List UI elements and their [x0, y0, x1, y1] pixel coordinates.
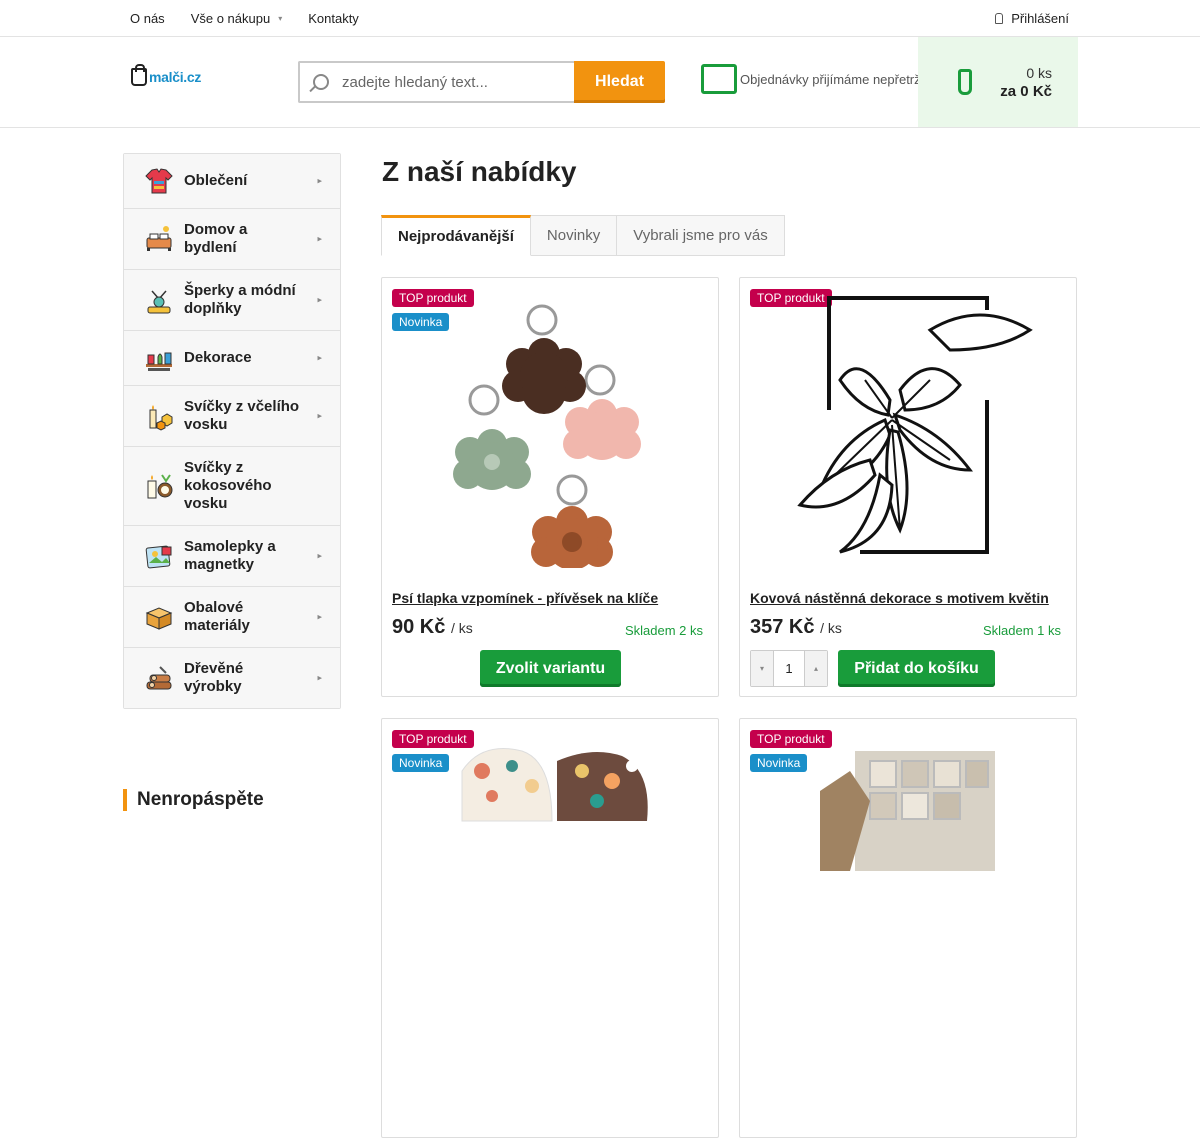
candle-icon [144, 401, 174, 431]
aside-heading: Nenropáspěte [123, 789, 264, 811]
price-unit: / ks [820, 620, 842, 636]
sidebar-item-decoration[interactable]: Dekorace ▸ [124, 331, 340, 386]
stock-status: Skladem 2 ks [624, 623, 703, 638]
product-card[interactable]: TOP produkt Novinka [381, 718, 719, 1138]
sidebar-item-packaging[interactable]: Obalové materiály ▸ [124, 587, 340, 648]
quantity-stepper: ▾ 1 ▴ [750, 650, 828, 687]
logo-text: malči.cz [149, 69, 202, 85]
chevron-right-icon: ▸ [317, 410, 322, 421]
decoration-icon [144, 343, 174, 373]
sidebar-item-jewelry[interactable]: Šperky a módní doplňky ▸ [124, 270, 340, 331]
sidebar-item-wood[interactable]: Dřevěné výrobky ▸ [124, 648, 340, 708]
sidebar-item-home[interactable]: Domov a bydlení ▸ [124, 209, 340, 270]
orders-note-text: Objednávky přijímáme nepřetržitě [740, 71, 918, 87]
orders-note: Objednávky přijímáme nepřetržitě [698, 64, 918, 94]
sidebar-item-label: Oblečení [184, 172, 248, 189]
jewelry-icon [144, 285, 174, 315]
stock-status: Skladem 1 ks [982, 623, 1061, 638]
page-title: Z naší nabídky [382, 156, 577, 187]
search-box [298, 61, 574, 103]
product-name-link[interactable]: Kovová nástěnná dekorace s motivem květi… [750, 590, 1049, 606]
product-image[interactable] [780, 731, 1038, 1009]
chevron-right-icon: ▸ [317, 550, 322, 561]
login-label: Přihlášení [1011, 10, 1069, 26]
chevron-right-icon: ▸ [317, 352, 322, 363]
sidebar-item-clothing[interactable]: Oblečení ▸ [124, 154, 340, 209]
sidebar-item-label: Dekorace [184, 349, 252, 366]
product-price: 357 Kč / ks [750, 616, 842, 639]
shopping-bag-icon [131, 64, 147, 86]
quantity-input[interactable]: 1 [773, 651, 805, 686]
product-name-link[interactable]: Psí tlapka vzpomínek - přívěsek na klíče [392, 590, 658, 606]
chevron-down-icon: ▾ [278, 13, 283, 23]
top-nav: O nás Vše o nákupu ▾ Kontakty [122, 0, 377, 36]
nav-shopping-label: Vše o nákupu [190, 10, 271, 26]
top-bar: O nás Vše o nákupu ▾ Kontakty Přihlášení [0, 0, 1200, 37]
product-card[interactable]: TOP produkt Kovová nástěnná dekorace s m… [739, 277, 1077, 697]
chat-bubble-icon [701, 64, 737, 94]
tab-new[interactable]: Novinky [530, 215, 618, 256]
product-image[interactable] [422, 290, 680, 568]
category-menu: Oblečení ▸ Domov a bydlení ▸ Šperky a mó… [123, 153, 341, 709]
product-card[interactable]: TOP produkt Novinka [739, 718, 1077, 1138]
header: malči.cz Hledat Objednávky přijímáme nep… [0, 37, 1200, 128]
chevron-right-icon: ▸ [317, 611, 322, 622]
nav-about[interactable]: O nás [122, 11, 173, 26]
packaging-icon [144, 602, 174, 632]
product-card[interactable]: TOP produkt Novinka [381, 277, 719, 697]
cart-icon [958, 69, 972, 95]
coconut-candle-icon [144, 471, 174, 501]
chevron-right-icon: ▸ [317, 294, 322, 305]
sidebar-item-label: Svíčky z včelího vosku [184, 398, 300, 433]
logo[interactable]: malči.cz [131, 64, 202, 86]
increase-button[interactable]: ▴ [805, 651, 827, 686]
cart-quantity: 0 ks [1026, 64, 1052, 81]
decrease-button[interactable]: ▾ [751, 651, 773, 686]
search-input[interactable] [342, 73, 562, 91]
wood-icon [144, 663, 174, 693]
product-image[interactable] [422, 731, 680, 1009]
sidebar-item-label: Obalové materiály [184, 599, 250, 634]
nav-contacts[interactable]: Kontakty [300, 11, 367, 26]
chevron-right-icon: ▸ [317, 672, 322, 683]
product-price: 90 Kč / ks [392, 616, 473, 639]
sidebar-item-label: Domov a bydlení [184, 221, 248, 256]
product-image[interactable] [780, 290, 1038, 568]
choose-variant-button[interactable]: Zvolit variantu [480, 650, 621, 687]
nav-shopping[interactable]: Vše o nákupu ▾ [183, 11, 291, 26]
sticker-icon [144, 541, 174, 571]
cart-info: 0 ks za 0 Kč [998, 65, 1052, 100]
home-icon [144, 224, 174, 254]
tab-bestsellers[interactable]: Nejprodávanější [381, 215, 531, 256]
sidebar-item-label: Dřevěné výrobky [184, 660, 244, 695]
login-link[interactable]: Přihlášení [995, 0, 1069, 36]
price-unit: / ks [450, 620, 473, 636]
sidebar-item-label: Samolepky a magnetky [184, 538, 276, 573]
search-form: Hledat [298, 61, 665, 103]
search-button[interactable]: Hledat [574, 61, 665, 103]
chevron-right-icon: ▸ [317, 175, 322, 186]
cart-total: za 0 Kč [1000, 82, 1052, 100]
sidebar-item-coconut-candles[interactable]: Svíčky z kokosového vosku [124, 447, 340, 526]
sidebar-item-label: Šperky a módní doplňky [184, 282, 296, 317]
product-tabs: Nejprodávanější Novinky Vybrali jsme pro… [381, 215, 785, 256]
sidebar-item-stickers[interactable]: Samolepky a magnetky ▸ [124, 526, 340, 587]
clothing-icon [144, 166, 174, 196]
lock-icon [995, 12, 1004, 24]
chevron-right-icon: ▸ [317, 233, 322, 244]
add-to-cart-button[interactable]: Přidat do košíku [838, 650, 995, 687]
price-value: 357 Kč [750, 616, 815, 638]
sidebar-item-beeswax-candles[interactable]: Svíčky z včelího vosku ▸ [124, 386, 340, 447]
tab-picked[interactable]: Vybrali jsme pro vás [617, 215, 785, 256]
search-icon [313, 74, 329, 90]
cart-widget[interactable]: 0 ks za 0 Kč [918, 37, 1078, 127]
sidebar-item-label: Svíčky z kokosového vosku [184, 459, 272, 512]
price-value: 90 Kč [392, 616, 446, 638]
